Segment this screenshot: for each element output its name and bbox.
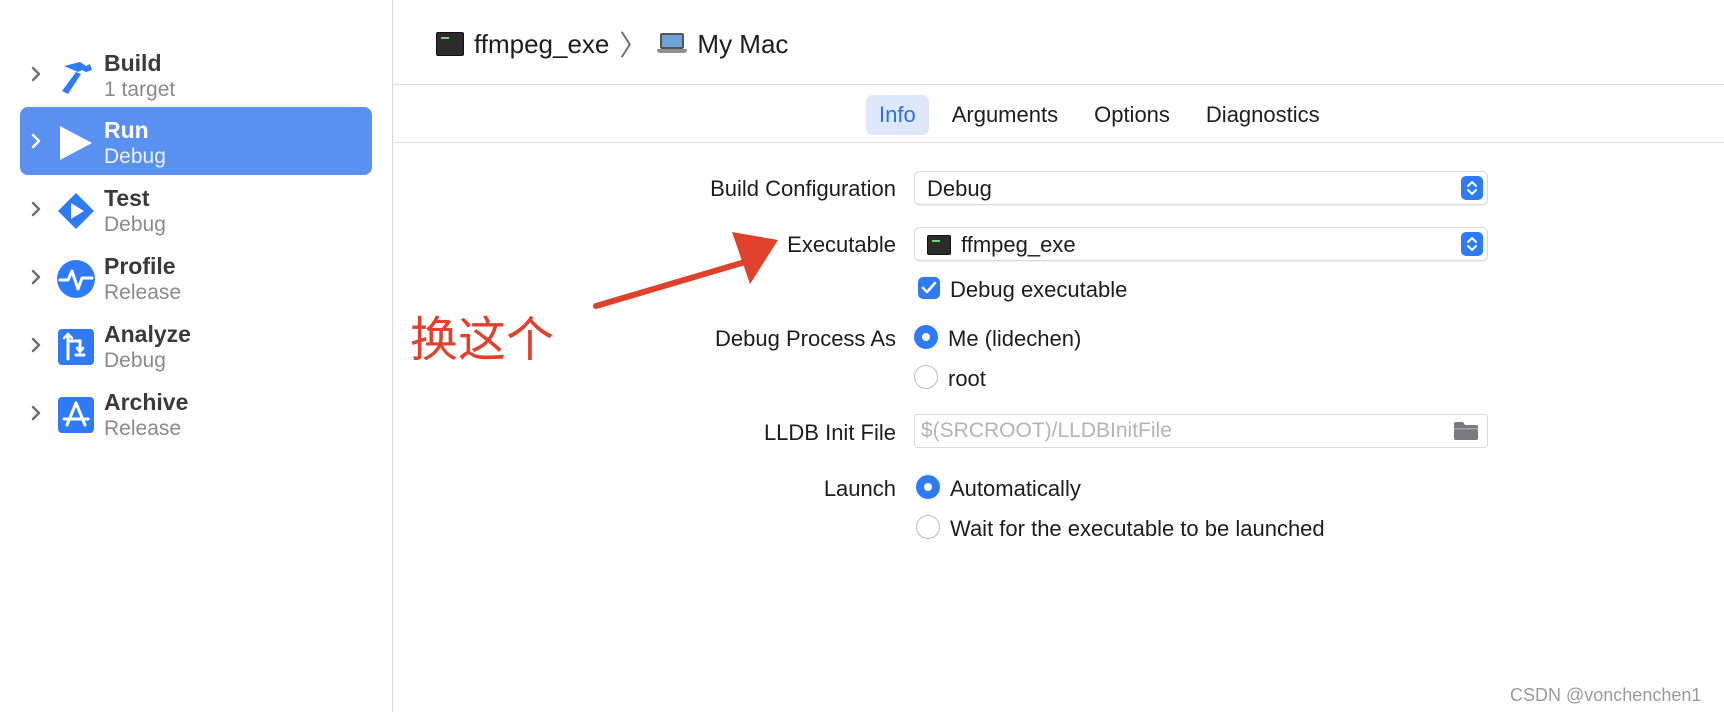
executable-label: Executable: [787, 232, 896, 257]
scheme-item-build[interactable]: Build 1 target: [20, 40, 372, 108]
scheme-item-title: Archive: [104, 389, 189, 415]
scheme-item-title: Profile: [104, 253, 176, 279]
chevron-right-icon[interactable]: [28, 197, 44, 221]
play-icon: [60, 126, 92, 160]
chevron-right-icon[interactable]: [28, 129, 44, 153]
scheme-item-subtitle: Debug: [104, 145, 166, 168]
divider: [394, 142, 1724, 143]
breadcrumb-target[interactable]: ffmpeg_exe: [474, 29, 609, 60]
breadcrumb[interactable]: ffmpeg_exe 〉 My Mac: [436, 26, 788, 62]
chevron-right-icon[interactable]: [28, 333, 44, 357]
scheme-item-run[interactable]: Run Debug: [20, 107, 372, 175]
debug-process-as-label: Debug Process As: [715, 326, 896, 351]
popup-stepper-icon: [1461, 176, 1483, 200]
scheme-item-title: Analyze: [104, 321, 191, 347]
radio-root-label[interactable]: root: [948, 366, 986, 392]
lldb-init-file-field[interactable]: [914, 414, 1488, 448]
divider: [394, 84, 1724, 85]
radio-automatically[interactable]: [916, 475, 940, 499]
radio-wait-for-launch[interactable]: [916, 515, 940, 539]
debug-executable-label[interactable]: Debug executable: [950, 277, 1127, 303]
lldb-init-file-input[interactable]: [921, 418, 1441, 444]
scheme-item-subtitle: Release: [104, 281, 182, 304]
pulse-icon: [57, 260, 95, 298]
popup-stepper-icon: [1461, 232, 1483, 256]
test-diamond-icon: [58, 193, 94, 229]
scheme-item-title: Run: [104, 117, 149, 143]
terminal-icon: [436, 32, 464, 56]
chevron-right-icon[interactable]: [28, 62, 44, 86]
tab-info[interactable]: Info: [866, 95, 929, 135]
executable-popup[interactable]: ffmpeg_exe: [914, 227, 1488, 261]
scheme-item-subtitle: Release: [104, 417, 182, 440]
tab-options[interactable]: Options: [1081, 95, 1183, 135]
scheme-item-subtitle: Debug: [104, 213, 166, 236]
annotation-text: 换这个: [410, 312, 555, 368]
checkmark-icon: [921, 281, 937, 294]
scheme-item-title: Test: [104, 185, 150, 211]
tab-arguments[interactable]: Arguments: [939, 95, 1071, 135]
radio-automatically-label[interactable]: Automatically: [950, 476, 1081, 502]
executable-value-wrap: ffmpeg_exe: [927, 232, 1076, 258]
watermark: CSDN @vonchenchen1: [1510, 685, 1702, 705]
executable-value: ffmpeg_exe: [961, 232, 1076, 257]
scheme-item-analyze[interactable]: Analyze Debug: [20, 311, 372, 379]
tab-bar: Info Arguments Options Diagnostics: [866, 95, 1333, 135]
terminal-icon: [927, 235, 951, 255]
scheme-item-profile[interactable]: Profile Release: [20, 243, 372, 311]
tab-diagnostics[interactable]: Diagnostics: [1193, 95, 1333, 135]
folder-icon[interactable]: [1453, 421, 1479, 441]
scheme-item-title: Build: [104, 50, 162, 76]
hammer-icon: [62, 62, 92, 94]
debug-executable-checkbox[interactable]: [918, 277, 940, 299]
analyze-icon: [58, 329, 94, 365]
radio-me[interactable]: [914, 325, 938, 349]
build-configuration-value: Debug: [927, 176, 992, 201]
build-configuration-popup[interactable]: Debug: [914, 171, 1488, 205]
scheme-item-archive[interactable]: Archive Release: [20, 379, 372, 447]
breadcrumb-destination[interactable]: My Mac: [697, 29, 788, 60]
chevron-right-icon[interactable]: [28, 265, 44, 289]
scheme-sidebar: Build 1 target Run Debug Test Debug Prof…: [0, 0, 393, 712]
scheme-editor-panel: ffmpeg_exe 〉 My Mac Info Arguments Optio…: [394, 0, 1724, 712]
chevron-right-icon[interactable]: [28, 401, 44, 425]
app-store-icon: [58, 397, 94, 433]
radio-root[interactable]: [914, 365, 938, 389]
radio-wait-for-launch-label[interactable]: Wait for the executable to be launched: [950, 516, 1325, 542]
launch-label: Launch: [823, 476, 896, 501]
build-configuration-label: Build Configuration: [710, 176, 896, 201]
radio-me-label[interactable]: Me (lidechen): [948, 326, 1081, 352]
breadcrumb-separator-icon: 〉: [619, 30, 648, 61]
scheme-item-subtitle: 1 target: [104, 78, 176, 101]
laptop-icon: [657, 33, 688, 55]
scheme-item-subtitle: Debug: [104, 349, 166, 372]
scheme-item-test[interactable]: Test Debug: [20, 175, 372, 243]
lldb-init-file-label: LLDB Init File: [763, 420, 896, 445]
